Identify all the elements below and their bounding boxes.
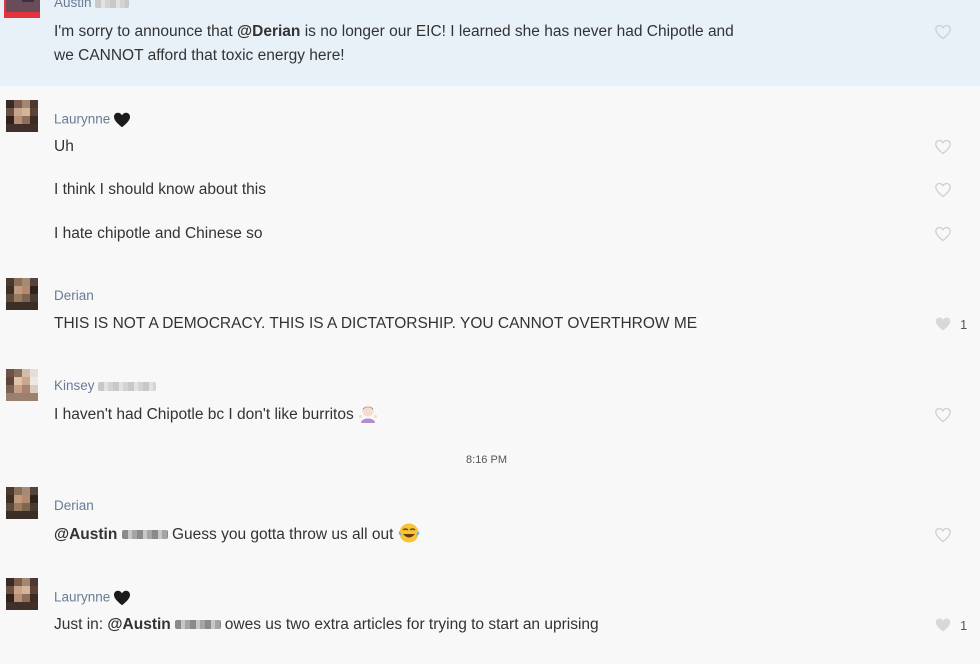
author-name[interactable]: Austin xyxy=(54,0,130,10)
like-heart-icon[interactable] xyxy=(934,181,952,199)
like-heart-icon[interactable] xyxy=(934,526,952,544)
message-text: I hate chipotle and Chinese so xyxy=(54,225,263,242)
like-heart-icon[interactable] xyxy=(934,138,952,156)
message-text: I think I should know about this xyxy=(54,181,266,198)
like-count: 1 xyxy=(960,618,968,633)
avatar[interactable] xyxy=(6,100,38,132)
redacted-surname xyxy=(95,0,130,8)
author-name[interactable]: Derian xyxy=(54,498,94,513)
message-text: Just in: @Austin owes us two extra articl… xyxy=(54,616,599,633)
avatar[interactable] xyxy=(6,487,38,519)
message-text: I'm sorry to announce that @Derian is no… xyxy=(54,23,734,40)
message-text: THIS IS NOT A DEMOCRACY. THIS IS A DICTA… xyxy=(54,315,698,332)
message-text: I haven't had Chipotle bc I don't like b… xyxy=(54,403,378,427)
redacted-surname xyxy=(121,530,168,540)
avatar[interactable] xyxy=(4,0,40,18)
author-name[interactable]: Laurynne xyxy=(54,110,133,130)
black-heart-emoji-icon xyxy=(114,112,131,128)
avatar[interactable] xyxy=(6,578,38,610)
like-heart-icon[interactable] xyxy=(934,225,952,243)
like-heart-icon[interactable] xyxy=(934,315,952,333)
mention-link[interactable]: @Derian xyxy=(237,23,300,40)
message-text: Uh xyxy=(54,138,74,155)
tears-of-joy-emoji-icon xyxy=(398,523,419,543)
black-heart-emoji-icon xyxy=(114,590,131,606)
avatar[interactable] xyxy=(6,369,38,401)
woman-shrugging-emoji-icon xyxy=(359,405,378,423)
author-name[interactable]: Derian xyxy=(54,288,94,303)
mention-link[interactable]: @Austin xyxy=(107,616,170,633)
like-heart-icon[interactable] xyxy=(934,616,952,634)
timestamp-divider: 8:16 PM xyxy=(466,454,507,466)
avatar[interactable] xyxy=(6,278,38,310)
like-heart-icon[interactable] xyxy=(934,406,952,424)
like-count: 1 xyxy=(960,317,968,332)
message-text-continued: we CANNOT afford that toxic energy here! xyxy=(54,47,345,64)
author-name[interactable]: Kinsey xyxy=(54,378,157,393)
author-name[interactable]: Laurynne xyxy=(54,588,133,608)
mention-link[interactable]: @Austin xyxy=(54,526,117,543)
message-text: @Austin Guess you gotta throw us all out xyxy=(54,522,420,547)
like-heart-icon[interactable] xyxy=(934,23,952,41)
redacted-surname xyxy=(174,620,221,630)
redacted-surname xyxy=(98,381,157,391)
